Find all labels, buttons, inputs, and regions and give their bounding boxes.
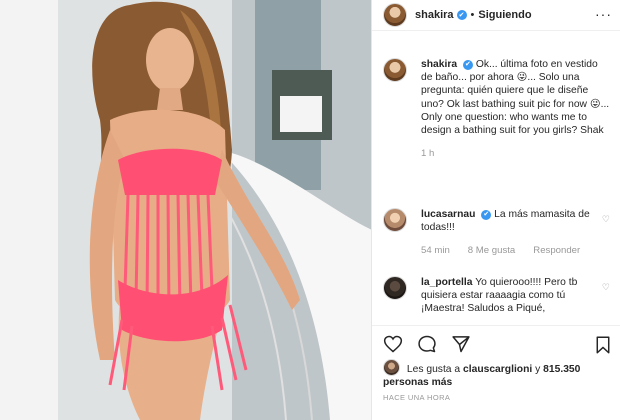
comment-time[interactable]: 54 min <box>421 245 450 256</box>
post-header: shakira ✔ • Siguiendo ··· <box>372 0 620 31</box>
more-icon[interactable]: ··· <box>595 6 612 22</box>
caption-username[interactable]: shakira <box>421 59 457 70</box>
likes-prefix: Les gusta a <box>406 364 461 375</box>
comment-like-icon[interactable]: ♡ <box>602 214 610 225</box>
comment-text: lucasarnau ✔ La más mamasita de todas!!! <box>421 208 610 234</box>
comment-username[interactable]: lucasarnau <box>421 209 475 220</box>
liker-avatar[interactable] <box>383 359 400 376</box>
author-username[interactable]: shakira <box>415 9 454 21</box>
photo-illustration <box>0 0 371 420</box>
heart-icon[interactable] <box>383 334 403 354</box>
caption-time[interactable]: 1 h <box>421 148 434 159</box>
comment-item: lucasarnau ✔ La más mamasita de todas!!!… <box>383 208 610 256</box>
comment-username[interactable]: la_portella <box>421 277 473 288</box>
likes-summary: Les gusta a clauscarglioni y 815.350 per… <box>383 359 610 389</box>
caption-meta: 1 h <box>421 148 610 159</box>
action-bar <box>372 325 620 361</box>
comment-meta: 54 min 8 Me gusta Responder <box>421 245 610 256</box>
caption-body: Ok... última foto en vestido de baño... … <box>421 59 610 137</box>
post-timestamp[interactable]: HACE UNA HORA <box>383 393 450 402</box>
author-avatar[interactable] <box>383 3 407 27</box>
verified-icon: ✔ <box>456 10 467 20</box>
caption-avatar[interactable] <box>383 58 407 82</box>
header-separator: • <box>470 9 475 21</box>
verified-icon: ✔ <box>481 209 492 220</box>
comments-list[interactable]: shakira ✔ Ok... última foto en vestido d… <box>372 32 620 322</box>
verified-icon: ✔ <box>462 59 473 70</box>
likes-conjunction: y <box>535 364 541 375</box>
bookmark-icon[interactable] <box>594 335 612 355</box>
caption: shakira ✔ Ok... última foto en vestido d… <box>383 58 610 159</box>
comment-avatar[interactable] <box>383 276 407 300</box>
comment-icon[interactable] <box>417 334 437 354</box>
share-icon[interactable] <box>451 334 471 354</box>
reply-button[interactable]: Responder <box>533 245 580 256</box>
comment-item: la_portella Yo quierooo!!!! Pero tb quis… <box>383 276 610 316</box>
comment-likes[interactable]: 8 Me gusta <box>468 245 515 256</box>
post-photo[interactable] <box>0 0 372 420</box>
post-sidebar: shakira ✔ • Siguiendo ··· shakira ✔ Ok..… <box>372 0 620 420</box>
comment-text: la_portella Yo quierooo!!!! Pero tb quis… <box>421 276 610 316</box>
comment-avatar[interactable] <box>383 208 407 232</box>
caption-text: shakira ✔ Ok... última foto en vestido d… <box>421 58 610 137</box>
liker-username[interactable]: clauscarglioni <box>463 364 532 375</box>
comment-like-icon[interactable]: ♡ <box>602 282 610 293</box>
follow-status-button[interactable]: Siguiendo <box>478 9 531 21</box>
